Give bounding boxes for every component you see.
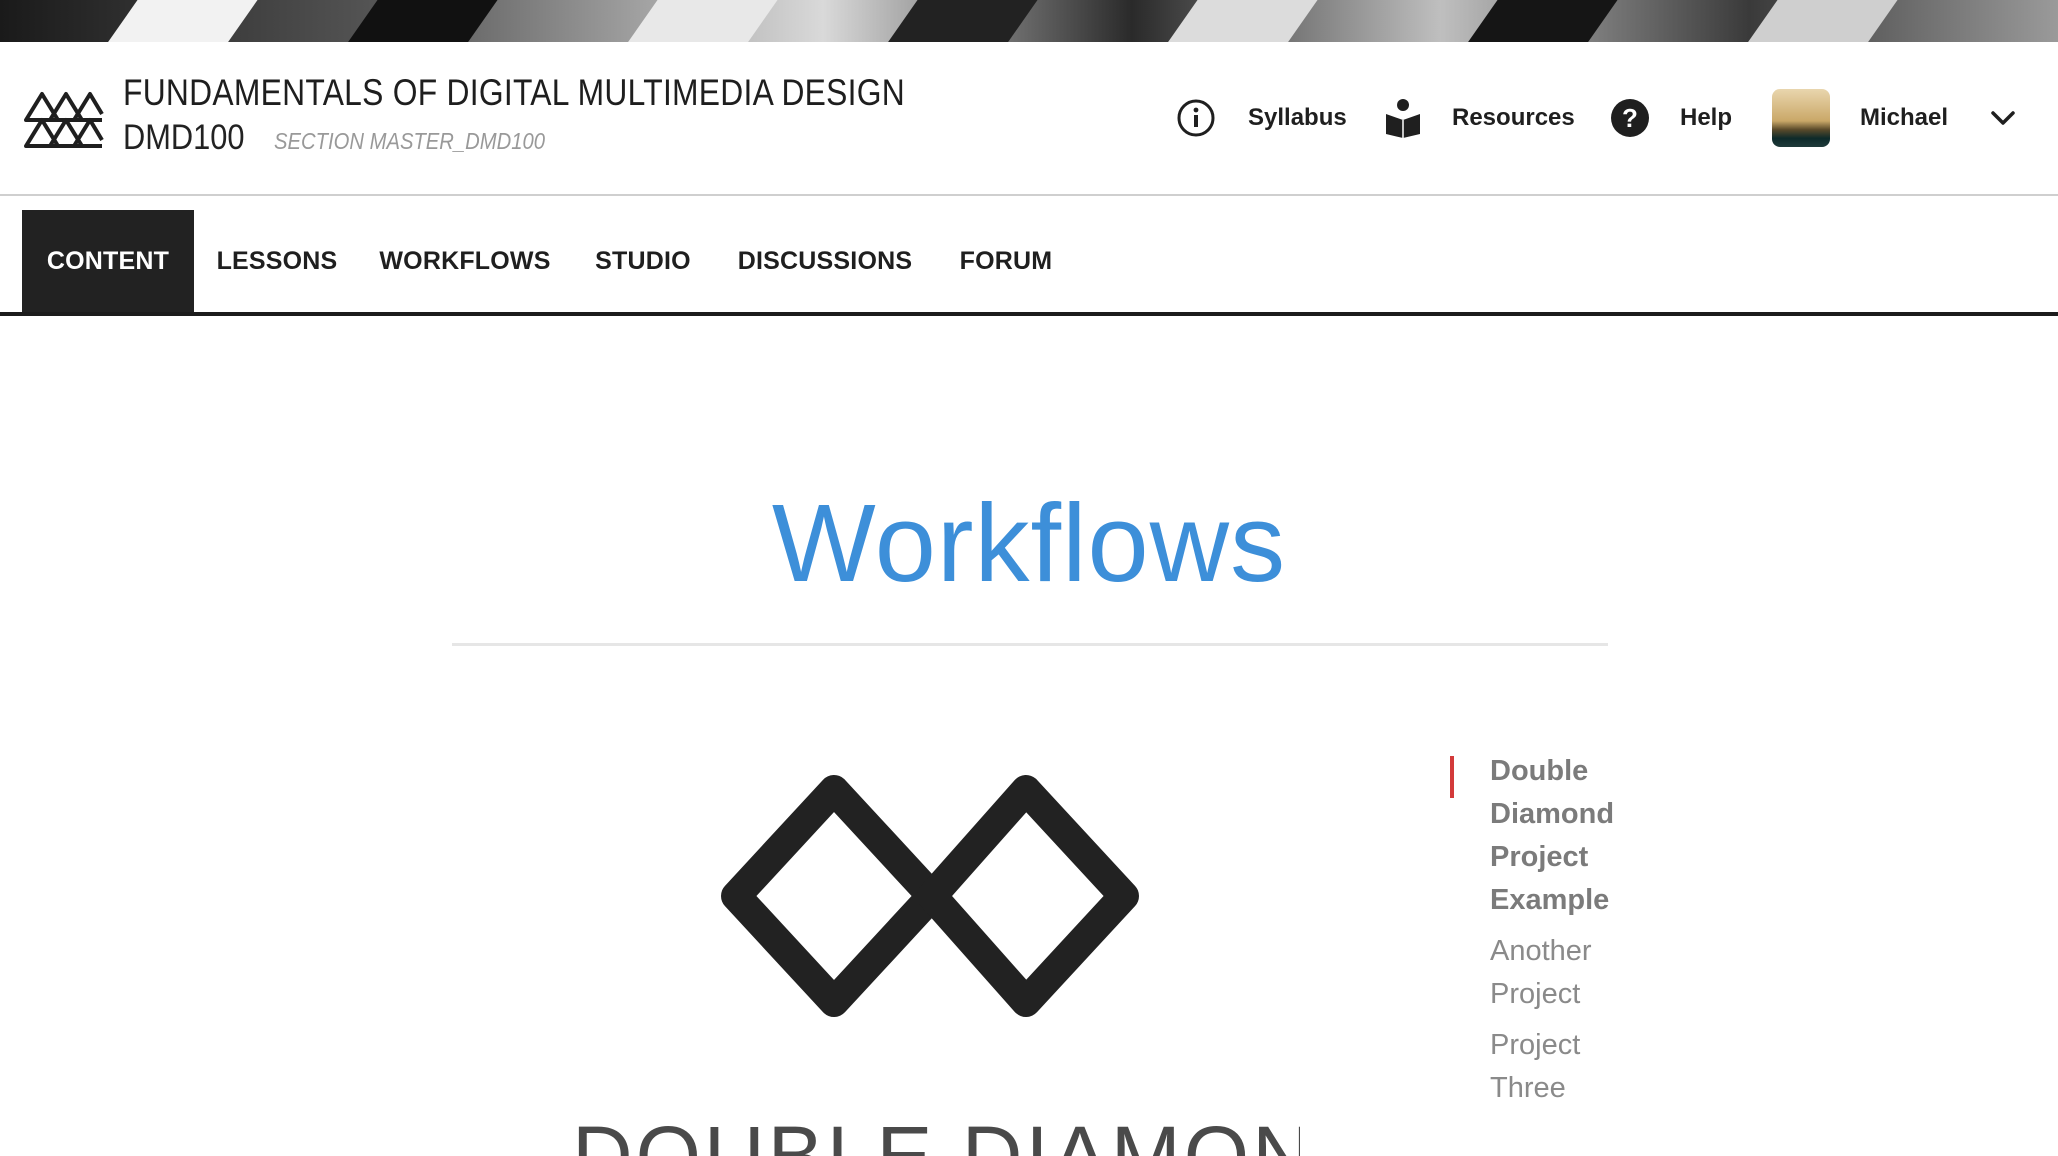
user-menu[interactable]: Michael [1772, 89, 2016, 147]
banner-fold [608, 0, 792, 42]
help-label: Help [1680, 104, 1733, 131]
chevron-down-icon[interactable] [1990, 109, 2016, 127]
header-nav: Syllabus [1176, 42, 1347, 194]
triangle-grid-logo-icon[interactable] [22, 90, 106, 150]
svg-text:?: ? [1622, 103, 1638, 133]
question-circle-icon: ? [1611, 99, 1649, 137]
header-nav: ? Help [1610, 42, 1732, 194]
toc-item[interactable]: Another Project [1450, 930, 1650, 1016]
banner-fold [1448, 0, 1632, 42]
banner-fold [88, 0, 272, 42]
course-title[interactable]: FUNDAMENTALS OF DIGITAL MULTIMEDIA DESIG… [123, 72, 905, 114]
info-circle-icon [1177, 99, 1215, 137]
resources-link[interactable]: Resources [1384, 98, 1575, 138]
section-heading: DOUBLE DIAMOND [560, 1100, 1300, 1156]
tab-discussions[interactable]: DISCUSSIONS [730, 210, 920, 312]
book-reader-icon [1386, 99, 1420, 138]
banner-fold [1148, 0, 1332, 42]
banner-fold [328, 0, 512, 42]
tab-lessons[interactable]: LESSONS [204, 210, 350, 312]
user-name: Michael [1860, 104, 1949, 131]
course-code: DMD100 [123, 118, 245, 157]
double-diamond-icon [721, 775, 1139, 1017]
syllabus-label: Syllabus [1248, 104, 1347, 131]
banner-fold [868, 0, 1052, 42]
help-link[interactable]: ? Help [1610, 98, 1732, 138]
course-tabs: CONTENT LESSONS WORKFLOWS STUDIO DISCUSS… [0, 196, 2058, 316]
section-heading-text: DOUBLE DIAMOND [572, 1109, 1300, 1156]
header-nav: Resources [1384, 42, 1575, 194]
syllabus-link[interactable]: Syllabus [1176, 98, 1347, 138]
section-label: SECTION MASTER_DMD100 [274, 128, 546, 154]
tab-studio[interactable]: STUDIO [580, 210, 706, 312]
tab-content[interactable]: CONTENT [22, 210, 194, 312]
resources-label: Resources [1452, 104, 1575, 131]
banner-fold [1728, 0, 1912, 42]
avatar [1772, 89, 1830, 147]
toc-item[interactable]: Project Three [1450, 1024, 1650, 1110]
tab-workflows[interactable]: WORKFLOWS [374, 210, 556, 312]
page-toc: Double Diamond Project Example Another P… [1450, 750, 1650, 1110]
toc-item[interactable]: Double Diamond Project Example [1450, 750, 1650, 922]
tab-forum[interactable]: FORUM [944, 210, 1068, 312]
header-nav: Michael [1772, 42, 2016, 194]
header-banner-image [0, 0, 2058, 42]
title-divider [452, 643, 1608, 646]
page-title: Workflows [771, 482, 1287, 605]
course-header: FUNDAMENTALS OF DIGITAL MULTIMEDIA DESIG… [0, 42, 2058, 196]
